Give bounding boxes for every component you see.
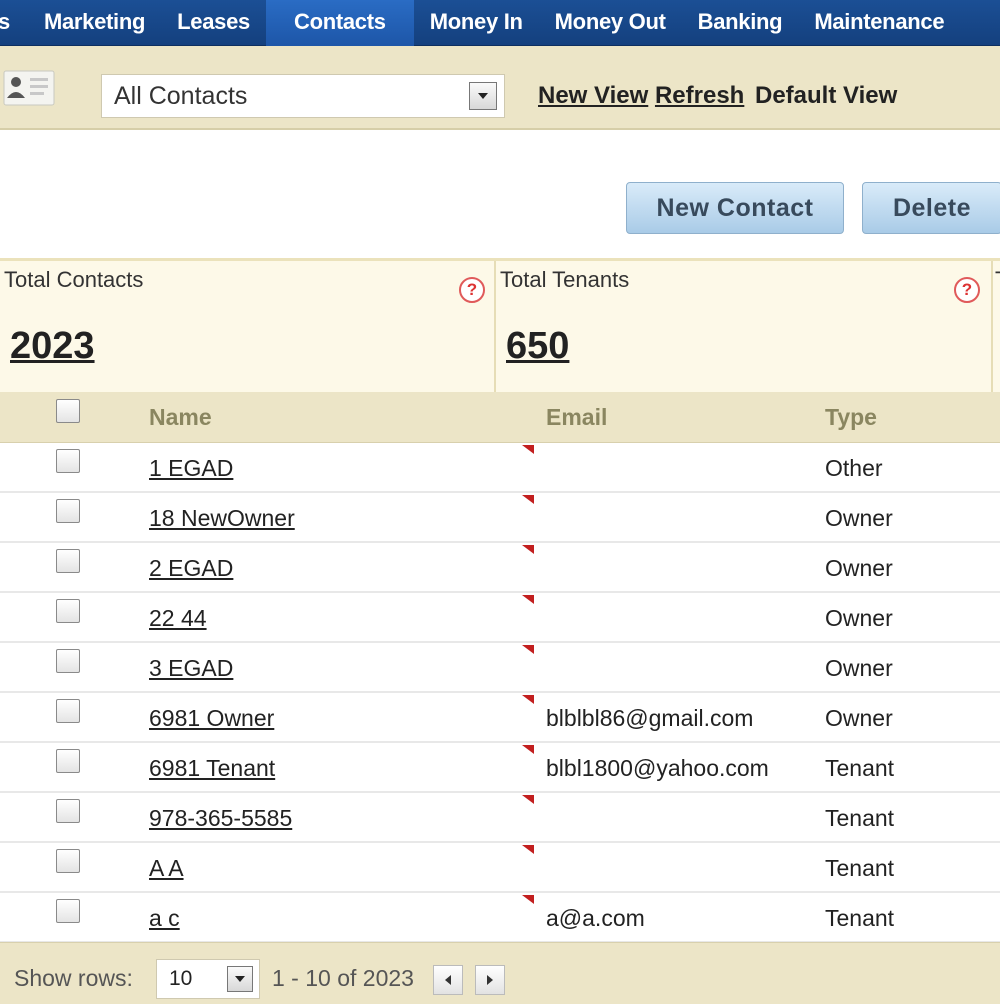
red-corner-marker-icon <box>522 595 534 604</box>
table-row[interactable]: 6981 Tenant blbl1800@yahoo.com Tenant <box>0 743 1000 793</box>
type-column-header[interactable]: Type <box>825 404 877 431</box>
total-tenants-value[interactable]: 650 <box>506 325 569 368</box>
pagination-bar: Show rows: 10 1 - 10 of 2023 <box>0 942 1000 1004</box>
table-row[interactable]: a c a@a.com Tenant <box>0 893 1000 943</box>
table-row[interactable]: A A Tenant <box>0 843 1000 893</box>
chevron-down-icon[interactable] <box>469 82 497 110</box>
contact-type: Tenant <box>825 805 895 831</box>
contact-name-link[interactable]: 18 NewOwner <box>149 505 295 532</box>
row-checkbox[interactable] <box>56 599 80 623</box>
help-icon[interactable]: ? <box>954 277 980 303</box>
total-contacts-value[interactable]: 2023 <box>10 325 95 368</box>
table-row[interactable]: 18 NewOwner Owner <box>0 493 1000 543</box>
new-view-link[interactable]: New View <box>538 82 648 109</box>
contact-type: Owner <box>825 555 893 581</box>
red-corner-marker-icon <box>522 845 534 854</box>
contact-email: blblbl86@gmail.com <box>546 705 754 731</box>
name-column-header[interactable]: Name <box>149 404 212 431</box>
contact-type: Tenant <box>825 855 895 881</box>
table-row[interactable]: 6981 Owner blblbl86@gmail.com Owner <box>0 693 1000 743</box>
show-rows-label: Show rows: <box>14 965 133 991</box>
next-panel-label: T <box>995 267 1000 293</box>
contact-name-link[interactable]: a c <box>149 905 180 932</box>
nav-tab-money-in[interactable]: Money In <box>414 0 539 46</box>
table-row[interactable]: 978-365-5585 Tenant <box>0 793 1000 843</box>
table-row[interactable]: 3 EGAD Owner <box>0 643 1000 693</box>
total-contacts-panel: Total Contacts ? 2023 <box>0 261 496 392</box>
prev-page-button[interactable] <box>433 965 463 995</box>
contact-name-link[interactable]: A A <box>149 855 184 882</box>
view-links: New View Refresh Default View <box>538 82 897 110</box>
page-range: 1 - 10 of 2023 <box>272 965 414 991</box>
summary-panels: Total Contacts ? 2023 Total Tenants ? 65… <box>0 258 1000 392</box>
red-corner-marker-icon <box>522 645 534 654</box>
red-corner-marker-icon <box>522 495 534 504</box>
default-view-label: Default View <box>755 82 898 109</box>
contact-email: blbl1800@yahoo.com <box>546 755 769 781</box>
row-checkbox[interactable] <box>56 499 80 523</box>
help-icon[interactable]: ? <box>459 277 485 303</box>
total-contacts-label: Total Contacts <box>4 267 144 292</box>
contact-name-link[interactable]: 22 44 <box>149 605 207 632</box>
row-checkbox[interactable] <box>56 849 80 873</box>
contact-name-link[interactable]: 3 EGAD <box>149 655 233 682</box>
row-checkbox[interactable] <box>56 649 80 673</box>
contact-email: a@a.com <box>546 905 645 931</box>
nav-tab-maintenance[interactable]: Maintenance <box>798 0 960 46</box>
table-row[interactable]: 2 EGAD Owner <box>0 543 1000 593</box>
red-corner-marker-icon <box>522 795 534 804</box>
contact-type: Tenant <box>825 755 895 781</box>
table-row[interactable]: 22 44 Owner <box>0 593 1000 643</box>
contact-name-link[interactable]: 1 EGAD <box>149 455 233 482</box>
contact-type: Owner <box>825 505 893 531</box>
total-tenants-label: Total Tenants <box>500 267 630 292</box>
next-page-button[interactable] <box>475 965 505 995</box>
view-toolbar: All Contacts New View Refresh Default Vi… <box>0 46 1000 130</box>
contact-card-icon <box>2 68 56 108</box>
chevron-down-icon[interactable] <box>227 966 253 992</box>
contact-name-link[interactable]: 6981 Tenant <box>149 755 275 782</box>
row-checkbox[interactable] <box>56 699 80 723</box>
red-corner-marker-icon <box>522 445 534 454</box>
view-select[interactable]: All Contacts <box>101 74 505 118</box>
contact-type: Other <box>825 455 883 481</box>
red-corner-marker-icon <box>522 895 534 904</box>
select-all-checkbox[interactable] <box>56 399 80 423</box>
contact-type: Owner <box>825 655 893 681</box>
contact-name-link[interactable]: 6981 Owner <box>149 705 274 732</box>
nav-tab-leases[interactable]: Leases <box>161 0 266 46</box>
row-checkbox[interactable] <box>56 799 80 823</box>
nav-tab-partial[interactable]: s <box>0 0 28 46</box>
contact-type: Tenant <box>825 905 895 931</box>
delete-button[interactable]: Delete <box>862 182 1000 234</box>
row-checkbox[interactable] <box>56 899 80 923</box>
refresh-link[interactable]: Refresh <box>655 82 744 109</box>
chevron-left-icon <box>445 975 451 985</box>
contact-name-link[interactable]: 2 EGAD <box>149 555 233 582</box>
contact-type: Owner <box>825 605 893 631</box>
nav-tab-contacts[interactable]: Contacts <box>265 0 414 46</box>
contacts-table-header: Name Email Type <box>0 392 1000 443</box>
table-row[interactable]: 1 EGAD Other <box>0 443 1000 493</box>
rows-per-page-select[interactable]: 10 <box>156 959 260 999</box>
red-corner-marker-icon <box>522 745 534 754</box>
nav-tab-banking[interactable]: Banking <box>682 0 799 46</box>
nav-tab-marketing[interactable]: Marketing <box>28 0 161 46</box>
main-nav: s Marketing Leases Contacts Money In Mon… <box>0 0 1000 46</box>
contact-type: Owner <box>825 705 893 731</box>
chevron-right-icon <box>487 975 493 985</box>
contact-name-link[interactable]: 978-365-5585 <box>149 805 292 832</box>
view-select-value: All Contacts <box>114 81 248 110</box>
nav-tab-money-out[interactable]: Money Out <box>539 0 682 46</box>
red-corner-marker-icon <box>522 695 534 704</box>
new-contact-button[interactable]: New Contact <box>626 182 844 234</box>
rows-per-page-value: 10 <box>169 967 193 990</box>
total-tenants-panel: Total Tenants ? 650 <box>496 261 993 392</box>
row-checkbox[interactable] <box>56 549 80 573</box>
row-checkbox[interactable] <box>56 449 80 473</box>
email-column-header[interactable]: Email <box>546 404 607 431</box>
row-checkbox[interactable] <box>56 749 80 773</box>
red-corner-marker-icon <box>522 545 534 554</box>
contacts-table-body: 1 EGAD Other 18 NewOwner Owner 2 EGAD Owner 22… <box>0 443 1000 943</box>
